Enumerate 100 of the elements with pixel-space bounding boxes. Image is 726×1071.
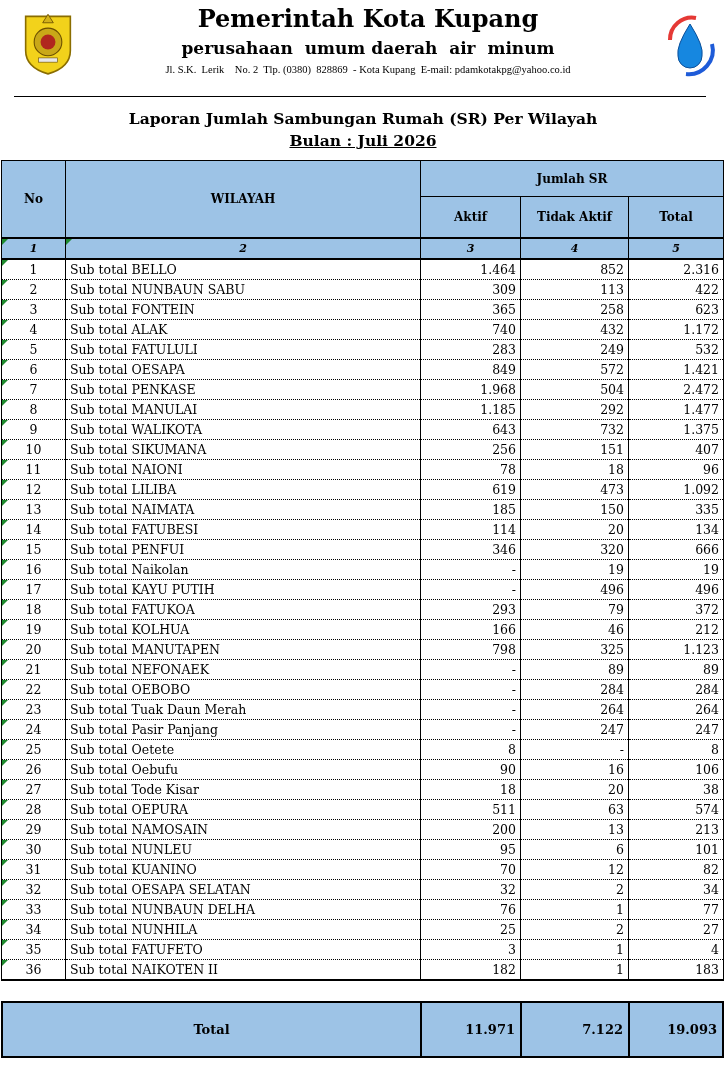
letterhead-title: Pemerintah Kota Kupang [197, 4, 539, 34]
column-number: 5 [628, 238, 724, 259]
table-cell: 2.472 [628, 379, 724, 400]
table-cell: 14 [1, 519, 66, 540]
table-cell: 346 [420, 539, 521, 560]
table-cell: 1.185 [420, 399, 521, 420]
table-cell: - [520, 739, 629, 760]
table-cell: 12 [1, 479, 66, 500]
column-header: Tidak Aktif [520, 196, 629, 238]
column-number: 4 [520, 238, 629, 259]
table-cell: 247 [628, 719, 724, 740]
table-cell: 422 [628, 279, 724, 300]
error-marker-icon [2, 840, 8, 846]
table-cell: Sub total NAMOSAIN [65, 819, 421, 840]
table-cell: 19 [628, 559, 724, 580]
table-cell: 25 [420, 919, 521, 940]
table-cell: Sub total NAIKOTEN II [65, 959, 421, 980]
error-marker-icon [2, 880, 8, 886]
table-cell: 8 [1, 399, 66, 420]
table-cell: Sub total FATUKOA [65, 599, 421, 620]
table-cell: 30 [1, 839, 66, 860]
table-cell: 151 [520, 439, 629, 460]
table-cell: - [420, 719, 521, 740]
column-header: No [1, 160, 66, 238]
table-cell: 666 [628, 539, 724, 560]
error-marker-icon [2, 340, 8, 346]
table-cell: Sub total LILIBA [65, 479, 421, 500]
table-cell: 292 [520, 399, 629, 420]
table-cell: 18 [520, 459, 629, 480]
table-cell: 5 [1, 339, 66, 360]
error-marker-icon [2, 320, 8, 326]
table-cell: 2.316 [628, 259, 724, 280]
error-marker-icon [2, 700, 8, 706]
table-cell: 6 [520, 839, 629, 860]
error-marker-icon [2, 560, 8, 566]
table-cell: 335 [628, 499, 724, 520]
table-cell: 38 [628, 779, 724, 800]
table-cell: 15 [1, 539, 66, 560]
error-marker-icon [2, 580, 8, 586]
column-header: Total [628, 196, 724, 238]
table-cell: 264 [520, 699, 629, 720]
table-cell: 283 [420, 339, 521, 360]
table-cell: 293 [420, 599, 521, 620]
table-cell: 29 [1, 819, 66, 840]
table-cell: 258 [520, 299, 629, 320]
table-cell: 10 [1, 439, 66, 460]
table-cell: 18 [420, 779, 521, 800]
error-marker-icon [2, 420, 8, 426]
table-cell: 114 [420, 519, 521, 540]
table-cell: 63 [520, 799, 629, 820]
table-cell: 2 [520, 879, 629, 900]
table-cell: 264 [628, 699, 724, 720]
column-header: Aktif [420, 196, 521, 238]
table-cell: 134 [628, 519, 724, 540]
table-cell: Sub total OEBOBO [65, 679, 421, 700]
error-marker-icon [2, 820, 8, 826]
error-marker-icon [2, 720, 8, 726]
table-cell: 166 [420, 619, 521, 640]
table-cell: 82 [628, 859, 724, 880]
table-cell: 504 [520, 379, 629, 400]
table-cell: Sub total Pasir Panjang [65, 719, 421, 740]
table-cell: 532 [628, 339, 724, 360]
table-cell: 432 [520, 319, 629, 340]
error-marker-icon [2, 940, 8, 946]
table-cell: 1.092 [628, 479, 724, 500]
table-cell: 76 [420, 899, 521, 920]
table-cell: 11 [1, 459, 66, 480]
table-cell: Sub total MANULAI [65, 399, 421, 420]
table-cell: 1.464 [420, 259, 521, 280]
table-cell: 25 [1, 739, 66, 760]
table-cell: 213 [628, 819, 724, 840]
table-cell: 740 [420, 319, 521, 340]
table-cell: 36 [1, 959, 66, 980]
table-cell: 13 [520, 819, 629, 840]
table-cell: 2 [520, 919, 629, 940]
table-cell: Sub total PENKASE [65, 379, 421, 400]
table-cell: - [420, 659, 521, 680]
error-marker-icon [2, 360, 8, 366]
table-cell: 572 [520, 359, 629, 380]
table-cell: 309 [420, 279, 521, 300]
table-cell: 16 [1, 559, 66, 580]
table-cell: Sub total Naikolan [65, 559, 421, 580]
table-cell: 1.421 [628, 359, 724, 380]
table-cell: 26 [1, 759, 66, 780]
table-cell: 20 [520, 519, 629, 540]
table-cell: 623 [628, 299, 724, 320]
table-cell: 1 [520, 939, 629, 960]
table-cell: Sub total FATUFETO [65, 939, 421, 960]
table-cell: 3 [420, 939, 521, 960]
error-marker-icon [2, 239, 8, 245]
error-marker-icon [2, 900, 8, 906]
table-cell: 1.172 [628, 319, 724, 340]
table-cell: 34 [1, 919, 66, 940]
table-cell: 7 [1, 379, 66, 400]
letterhead-address: Jl. S.K. Lerik No. 2 Tlp. (0380) 828869 - Kota Kupang E-mail: pdamkotakpg@yahoo.co.id [165, 63, 571, 77]
error-marker-icon [2, 520, 8, 526]
table-cell: 1 [520, 959, 629, 980]
total-cell: 7.122 [521, 1002, 629, 1057]
error-marker-icon [2, 540, 8, 546]
table-cell: 2 [1, 279, 66, 300]
